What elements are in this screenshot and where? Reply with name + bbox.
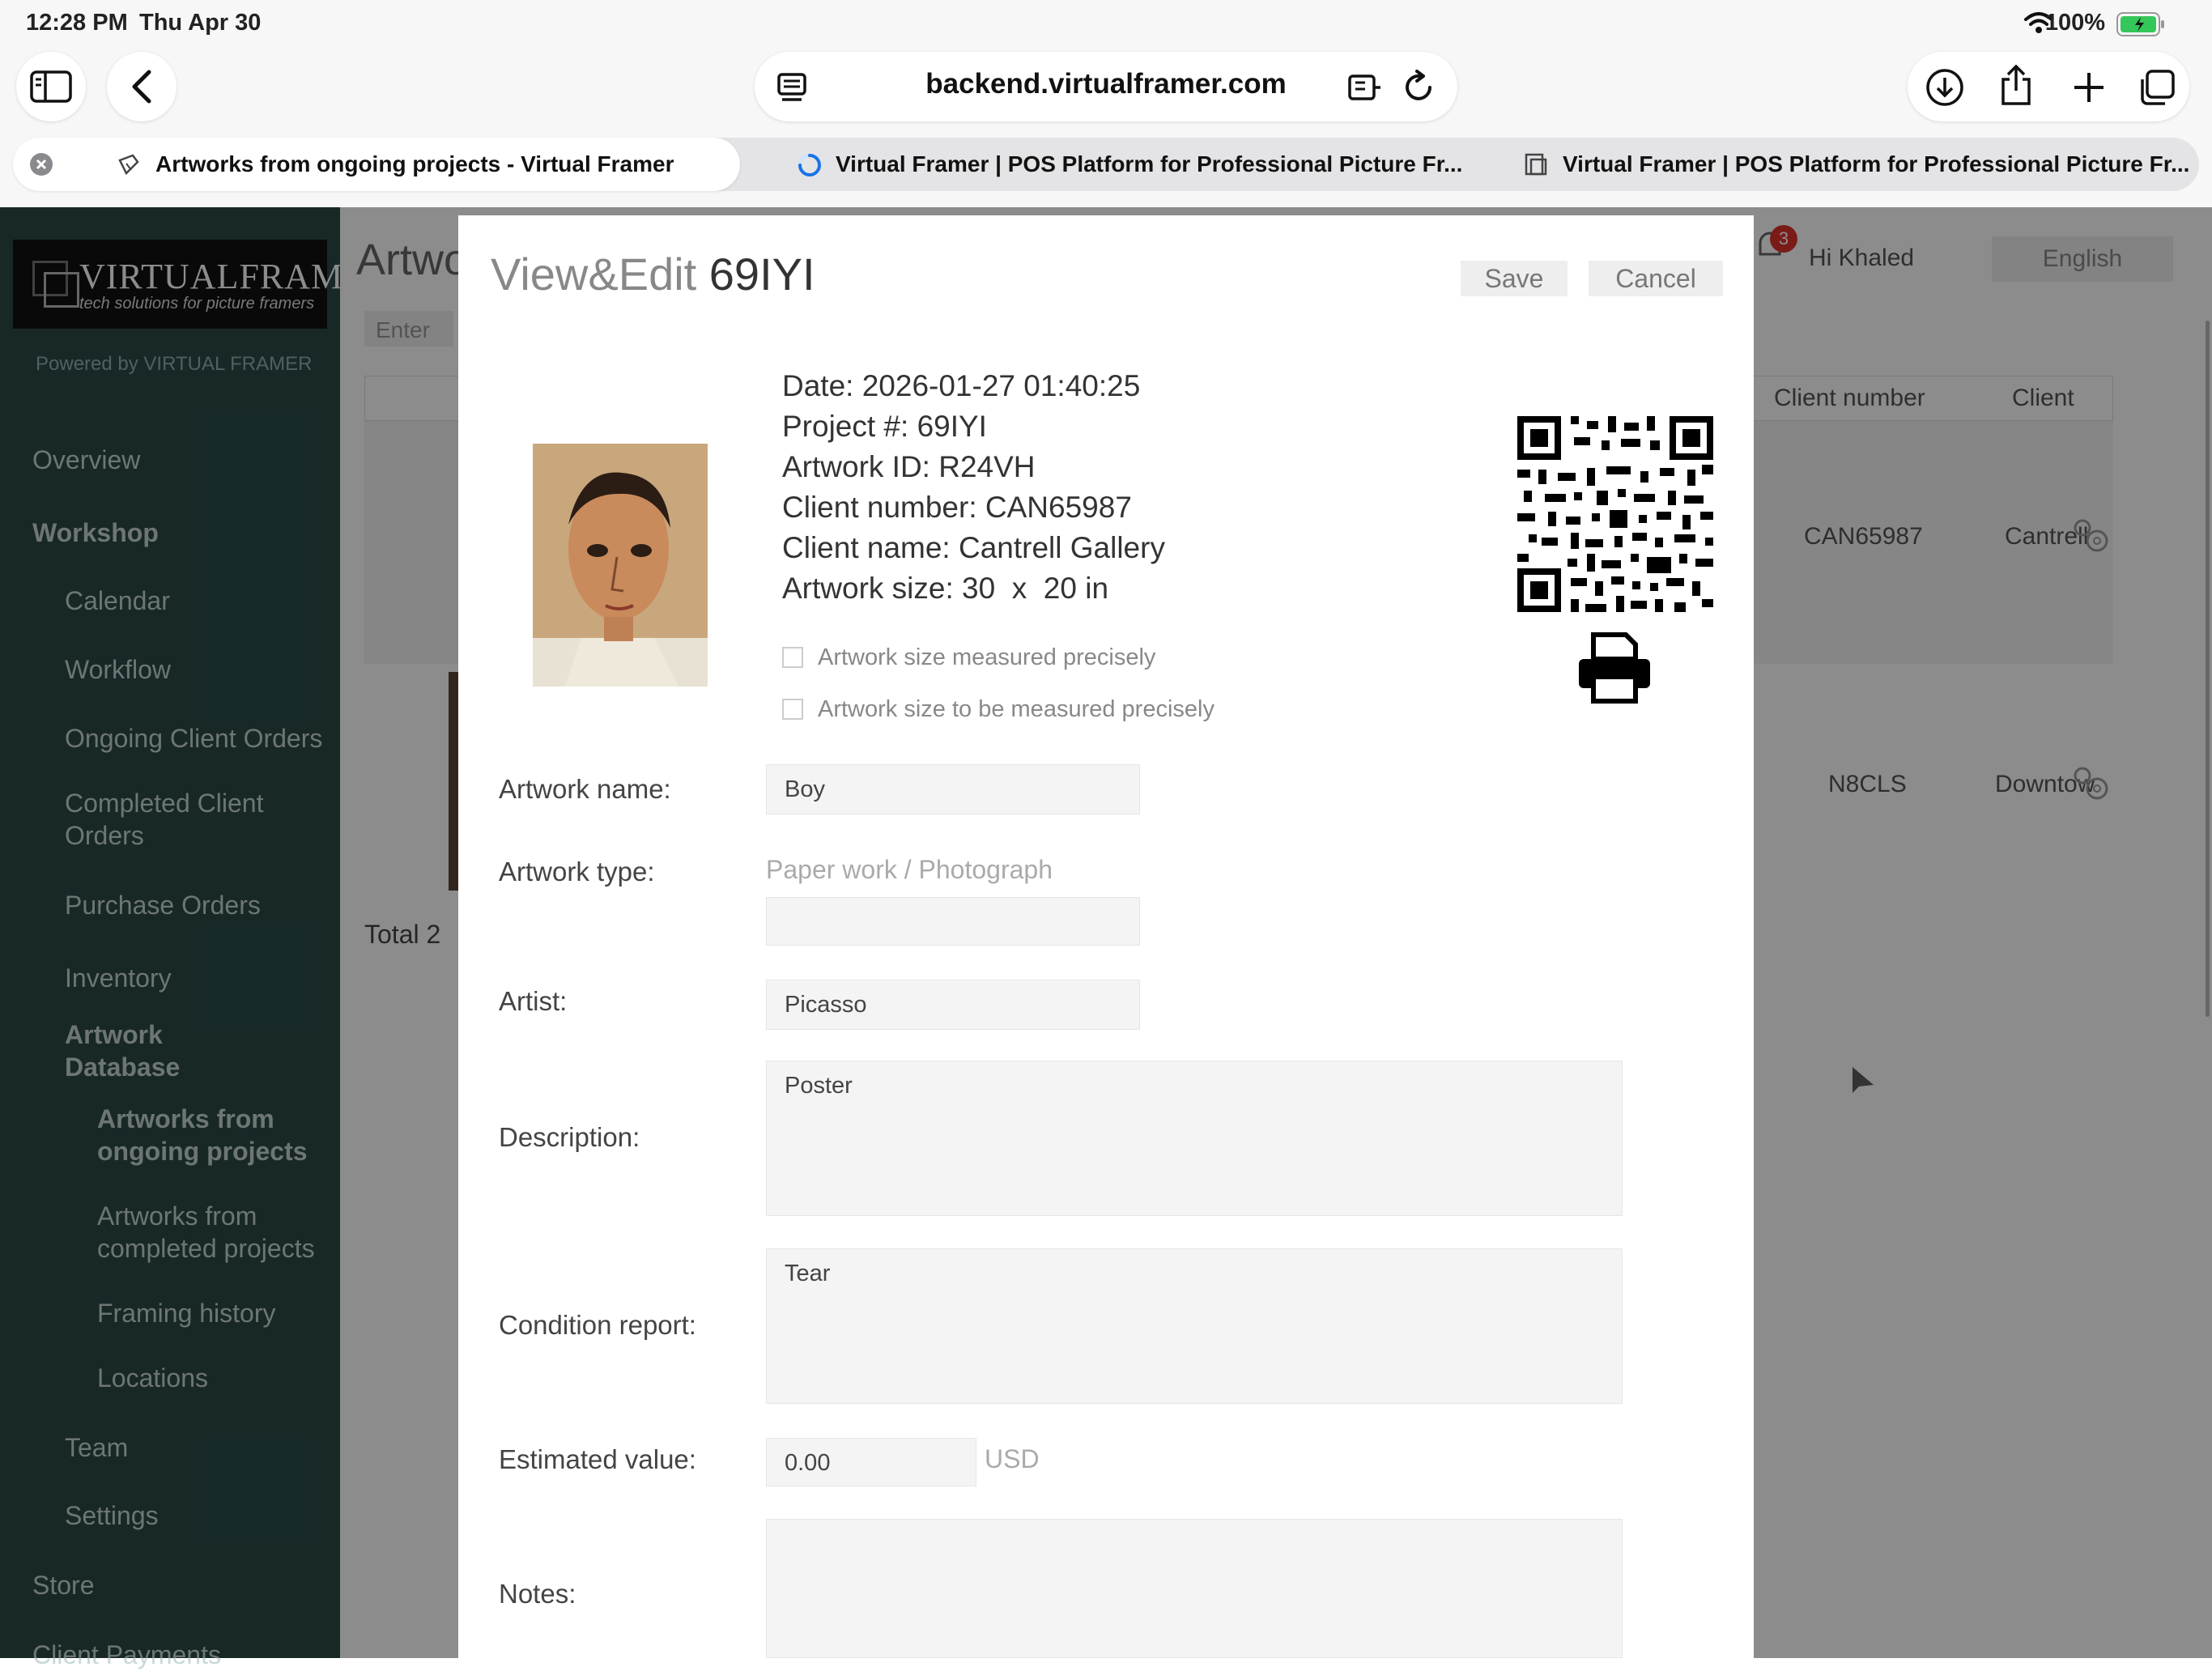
sidebar-icon	[30, 70, 72, 103]
loading-icon	[798, 154, 821, 176]
artist-input[interactable]: Picasso	[766, 980, 1140, 1030]
battery-icon	[2116, 12, 2164, 36]
browser-toolbar: backend.virtualframer.com	[0, 52, 2212, 134]
view-edit-dialog: View&Edit 69IYI Save Cancel Date: 2026-0…	[458, 215, 1754, 1658]
checkbox-to-measure[interactable]: Artwork size to be measured precisely	[782, 696, 1214, 723]
artwork-name-label: Artwork name:	[499, 774, 671, 804]
tab-title: Virtual Framer | POS Platform for Profes…	[1563, 151, 2190, 176]
tabs-overview-icon[interactable]	[2138, 68, 2176, 107]
checkbox-measured[interactable]: Artwork size measured precisely	[782, 644, 1155, 671]
tab-virtual-framer-1[interactable]: Virtual Framer | POS Platform for Profes…	[797, 138, 1469, 191]
tab-virtual-framer-2[interactable]: Virtual Framer | POS Platform for Profes…	[1524, 138, 2196, 191]
download-icon[interactable]	[1925, 68, 1964, 107]
dialog-title-prefix: View&Edit	[491, 249, 697, 300]
notes-textarea[interactable]	[766, 1519, 1623, 1658]
tab-bar: Artworks from ongoing projects - Virtual…	[0, 134, 2212, 207]
plus-icon[interactable]	[2071, 70, 2107, 105]
info-artwork-id: Artwork ID: R24VH	[782, 450, 1036, 483]
sidebar-toggle-button[interactable]	[16, 52, 86, 121]
scrollbar[interactable]	[2206, 321, 2210, 1017]
info-client-name: Client name: Cantrell Gallery	[782, 531, 1165, 564]
currency-label: USD	[985, 1444, 1040, 1473]
reload-icon[interactable]	[1402, 70, 1436, 104]
toolbar-actions	[1908, 52, 2189, 121]
checkbox-box[interactable]	[782, 699, 803, 720]
chevron-left-icon	[132, 70, 151, 104]
tab-title: Artworks from ongoing projects - Virtual…	[155, 151, 674, 176]
print-icon[interactable]	[1576, 631, 1653, 704]
favicon-icon	[118, 154, 139, 176]
cursor-icon	[1853, 1067, 1874, 1093]
description-textarea[interactable]: Poster	[766, 1061, 1623, 1216]
checkbox-box[interactable]	[782, 647, 803, 668]
favicon-icon	[1525, 153, 1547, 176]
artist-label: Artist:	[499, 986, 568, 1016]
artwork-image	[533, 444, 708, 687]
save-button[interactable]: Save	[1461, 261, 1568, 296]
artwork-type-hint: Paper work / Photograph	[766, 855, 1053, 884]
artwork-name-input[interactable]: Boy	[766, 764, 1140, 814]
estimated-value-input[interactable]: 0.00	[766, 1438, 976, 1486]
back-button[interactable]	[107, 52, 177, 121]
info-client-number: Client number: CAN65987	[782, 491, 1132, 524]
dialog-title: View&Edit 69IYI	[491, 248, 815, 300]
checkbox-label: Artwork size to be measured precisely	[818, 696, 1214, 722]
dialog-title-number: 69IYI	[708, 249, 815, 300]
notes-label: Notes:	[499, 1579, 576, 1609]
tab-artworks-ongoing[interactable]: Artworks from ongoing projects - Virtual…	[13, 138, 740, 191]
info-date: Date: 2026-01-27 01:40:25	[782, 369, 1141, 402]
status-bar: 12:28 PM Thu Apr 30 100%	[0, 0, 2212, 52]
battery-percent: 100%	[2044, 10, 2105, 36]
info-project: Project #: 69IYI	[782, 410, 987, 443]
qr-code	[1517, 416, 1713, 612]
address-bar[interactable]: backend.virtualframer.com	[755, 52, 1457, 121]
reader-icon[interactable]	[1347, 71, 1383, 104]
close-tab-icon[interactable]	[29, 152, 53, 176]
artwork-type-label: Artwork type:	[499, 857, 655, 887]
info-artwork-size: Artwork size: 30 x 20 in	[782, 572, 1109, 605]
share-icon[interactable]	[1998, 65, 2034, 107]
status-date: Thu Apr 30	[139, 10, 262, 36]
tab-title: Virtual Framer | POS Platform for Profes…	[836, 151, 1463, 176]
condition-report-textarea[interactable]: Tear	[766, 1248, 1623, 1404]
artwork-type-select[interactable]	[766, 897, 1140, 946]
checkbox-label: Artwork size measured precisely	[818, 644, 1156, 670]
tab-track: Artworks from ongoing projects - Virtual…	[13, 138, 2199, 191]
cancel-button[interactable]: Cancel	[1589, 261, 1723, 296]
status-time: 12:28 PM	[26, 10, 128, 36]
estimated-value-label: Estimated value:	[499, 1444, 696, 1474]
description-label: Description:	[499, 1122, 640, 1152]
condition-report-label: Condition report:	[499, 1310, 696, 1340]
